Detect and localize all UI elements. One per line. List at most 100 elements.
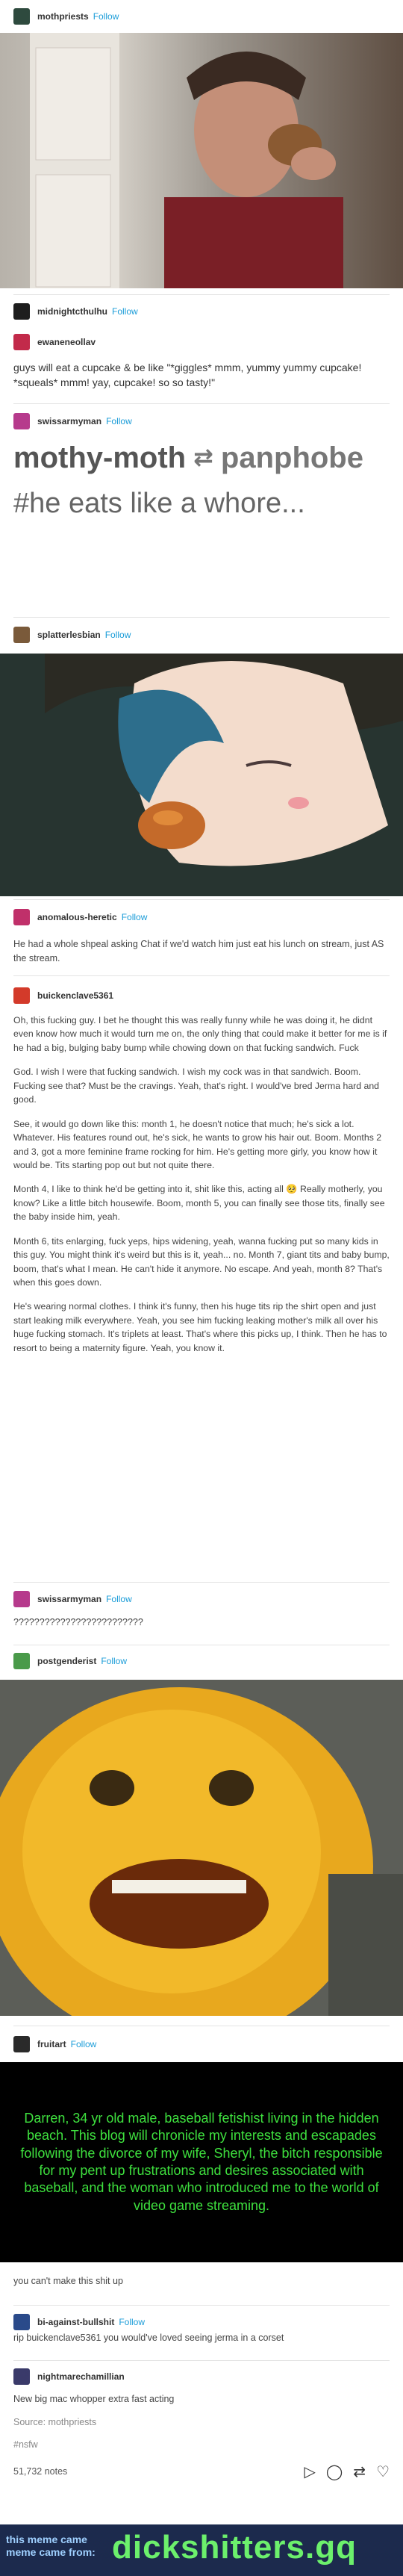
post-text-paragraph: He's wearing normal clothes. I think it'… xyxy=(13,1301,387,1353)
post-swissarmyman-2: swissarmyman Follow ????????????????????… xyxy=(0,1582,403,1640)
follow-link[interactable]: Follow xyxy=(122,912,148,922)
banner-left-text: this meme came meme came from: xyxy=(6,2533,96,2559)
post-header: midnightcthulhu Follow xyxy=(0,297,403,326)
post-text-paragraph: God. I wish I were that fucking sandwich… xyxy=(13,1067,380,1105)
follow-link[interactable]: Follow xyxy=(71,2039,97,2049)
comment-icon[interactable]: ◯ xyxy=(326,2462,343,2481)
post-bi-against-bullshit: bi-against-bullshit Follow rip buickencl… xyxy=(0,2305,403,2356)
anime-eating-image xyxy=(0,654,403,896)
divider xyxy=(13,975,390,976)
avatar[interactable] xyxy=(13,1653,30,1669)
avatar[interactable] xyxy=(13,1591,30,1607)
tag-nsfw[interactable]: #nsfw xyxy=(13,2438,390,2452)
post-image xyxy=(0,1680,403,2016)
post-text-paragraph: Oh, this fucking guy. I bet he thought t… xyxy=(13,1015,387,1053)
heart-icon[interactable]: ♡ xyxy=(376,2462,390,2481)
banner-line-1: this meme came xyxy=(6,2533,87,2545)
username[interactable]: nightmarechamillian xyxy=(37,2371,125,2382)
post-image xyxy=(0,33,403,288)
divider xyxy=(13,294,390,295)
post-text-paragraph: Month 6, tits enlarging, fuck yeps, hips… xyxy=(13,1235,390,1288)
post-text-paragraph: He had a whole shpeal asking Chat if we'… xyxy=(13,939,384,964)
post-nightmarechamillian: nightmarechamillian New big mac whopper … xyxy=(0,2360,403,2480)
post-anomalous-heretic: anomalous-heretic Follow He had a whole … xyxy=(0,899,403,977)
username[interactable]: postgenderist xyxy=(37,1656,96,1666)
avatar[interactable] xyxy=(13,334,30,350)
reblog-title: mothy-moth ⇄ panphobe xyxy=(0,438,403,477)
post-header: mothpriests Follow xyxy=(0,0,403,33)
post-splatterlesbian: splatterlesbian Follow xyxy=(0,617,403,896)
post-swissarmyman-1: swissarmyman Follow mothy-moth ⇄ panphob… xyxy=(0,403,403,533)
follow-link[interactable]: Follow xyxy=(119,2317,145,2327)
avatar[interactable] xyxy=(13,987,30,1004)
post-postgenderist: postgenderist Follow xyxy=(0,1645,403,2016)
source-label[interactable]: Source: mothpriests xyxy=(13,2415,390,2430)
username[interactable]: bi-against-bullshit xyxy=(37,2317,114,2327)
avatar[interactable] xyxy=(13,627,30,643)
username[interactable]: fruitart xyxy=(37,2039,66,2049)
username[interactable]: buickenclave5361 xyxy=(37,990,113,1001)
avatar[interactable] xyxy=(13,2036,30,2052)
post-footer: 51,732 notes ▷ ◯ ⇄ ♡ xyxy=(0,2462,403,2480)
follow-link[interactable]: Follow xyxy=(106,1594,132,1604)
post-ewaneneollav: ewaneneollav guys will eat a cupcake & b… xyxy=(0,327,403,401)
follow-link[interactable]: Follow xyxy=(93,11,119,22)
follow-link[interactable]: Follow xyxy=(106,416,132,426)
avatar[interactable] xyxy=(13,8,30,25)
share-icon[interactable]: ▷ xyxy=(304,2462,316,2481)
post-header: splatterlesbian Follow xyxy=(0,618,403,652)
footer-actions: ▷ ◯ ⇄ ♡ xyxy=(304,2462,390,2481)
post-text: New big mac whopper extra fast acting So… xyxy=(0,2392,403,2452)
hashtag-text: #he eats like a whore... xyxy=(13,488,305,519)
username[interactable]: anomalous-heretic xyxy=(37,912,117,922)
username[interactable]: swissarmyman xyxy=(37,1594,101,1604)
title-left: mothy-moth xyxy=(13,441,187,474)
notes-count[interactable]: 51,732 notes xyxy=(13,2466,67,2477)
post-text-paragraph: See, it would go down like this: month 1… xyxy=(13,1118,382,1170)
username[interactable]: ewaneneollav xyxy=(37,337,96,347)
post-text-paragraph: ????????????????????????? xyxy=(13,1617,143,1627)
post-midnightcthulhu: midnightcthulhu Follow xyxy=(0,288,403,326)
username[interactable]: midnightcthulhu xyxy=(37,306,107,317)
post-header: swissarmyman Follow xyxy=(0,404,403,438)
post-text: guys will eat a cupcake & be like "*gigg… xyxy=(0,357,403,391)
reblog-icon[interactable]: ⇄ xyxy=(353,2462,366,2481)
title-right: panphobe xyxy=(220,441,363,474)
post-text: He had a whole shpeal asking Chat if we'… xyxy=(0,934,403,966)
green-text-image: Darren, 34 yr old male, baseball fetishi… xyxy=(0,2062,403,2262)
post-image xyxy=(0,654,403,896)
follow-link[interactable]: Follow xyxy=(112,306,138,317)
post-header: anomalous-heretic Follow xyxy=(0,900,403,934)
post-buickenclave5361: buickenclave5361 Oh, this fucking guy. I… xyxy=(0,975,403,1365)
post-text-paragraph: Month 4, I like to think he'd be getting… xyxy=(13,1184,385,1223)
avatar[interactable] xyxy=(13,303,30,320)
post-header: fruitart Follow xyxy=(0,2026,403,2062)
username[interactable]: mothpriests xyxy=(37,11,89,22)
post-header: buickenclave5361 xyxy=(0,979,403,1012)
post-text: rip buickenclave5361 you would've loved … xyxy=(0,2331,403,2345)
post-mothpriests: mothpriests Follow xyxy=(0,0,403,288)
post-text-paragraph: guys will eat a cupcake & be like "*gigg… xyxy=(13,361,362,389)
banner-line-2: meme came from: xyxy=(6,2545,96,2558)
post-header: nightmarechamillian xyxy=(0,2361,403,2392)
banner-site: dickshitters.gq xyxy=(112,2529,357,2566)
avatar[interactable] xyxy=(13,909,30,925)
orange-face-image xyxy=(0,1680,403,2016)
post-text-paragraph: you can't make this shit up xyxy=(13,2276,123,2286)
post-header: postgenderist Follow xyxy=(0,1645,403,1677)
post-header: swissarmyman Follow xyxy=(0,1583,403,1616)
post-text-paragraph: rip buickenclave5361 you would've loved … xyxy=(13,2333,284,2343)
source-banner: this meme came meme came from: dickshitt… xyxy=(0,2524,403,2576)
avatar[interactable] xyxy=(13,413,30,429)
man-eating-image xyxy=(30,33,343,288)
avatar[interactable] xyxy=(13,2314,30,2330)
username[interactable]: swissarmyman xyxy=(37,416,101,426)
post-fruitart: fruitart Follow Darren, 34 yr old male, … xyxy=(0,2026,403,2299)
reblog-icon: ⇄ xyxy=(193,444,213,471)
avatar[interactable] xyxy=(13,2368,30,2385)
post-text: you can't make this shit up xyxy=(0,2262,403,2288)
follow-link[interactable]: Follow xyxy=(105,630,131,640)
post-text: ????????????????????????? xyxy=(0,1616,403,1630)
username[interactable]: splatterlesbian xyxy=(37,630,101,640)
follow-link[interactable]: Follow xyxy=(101,1656,127,1666)
